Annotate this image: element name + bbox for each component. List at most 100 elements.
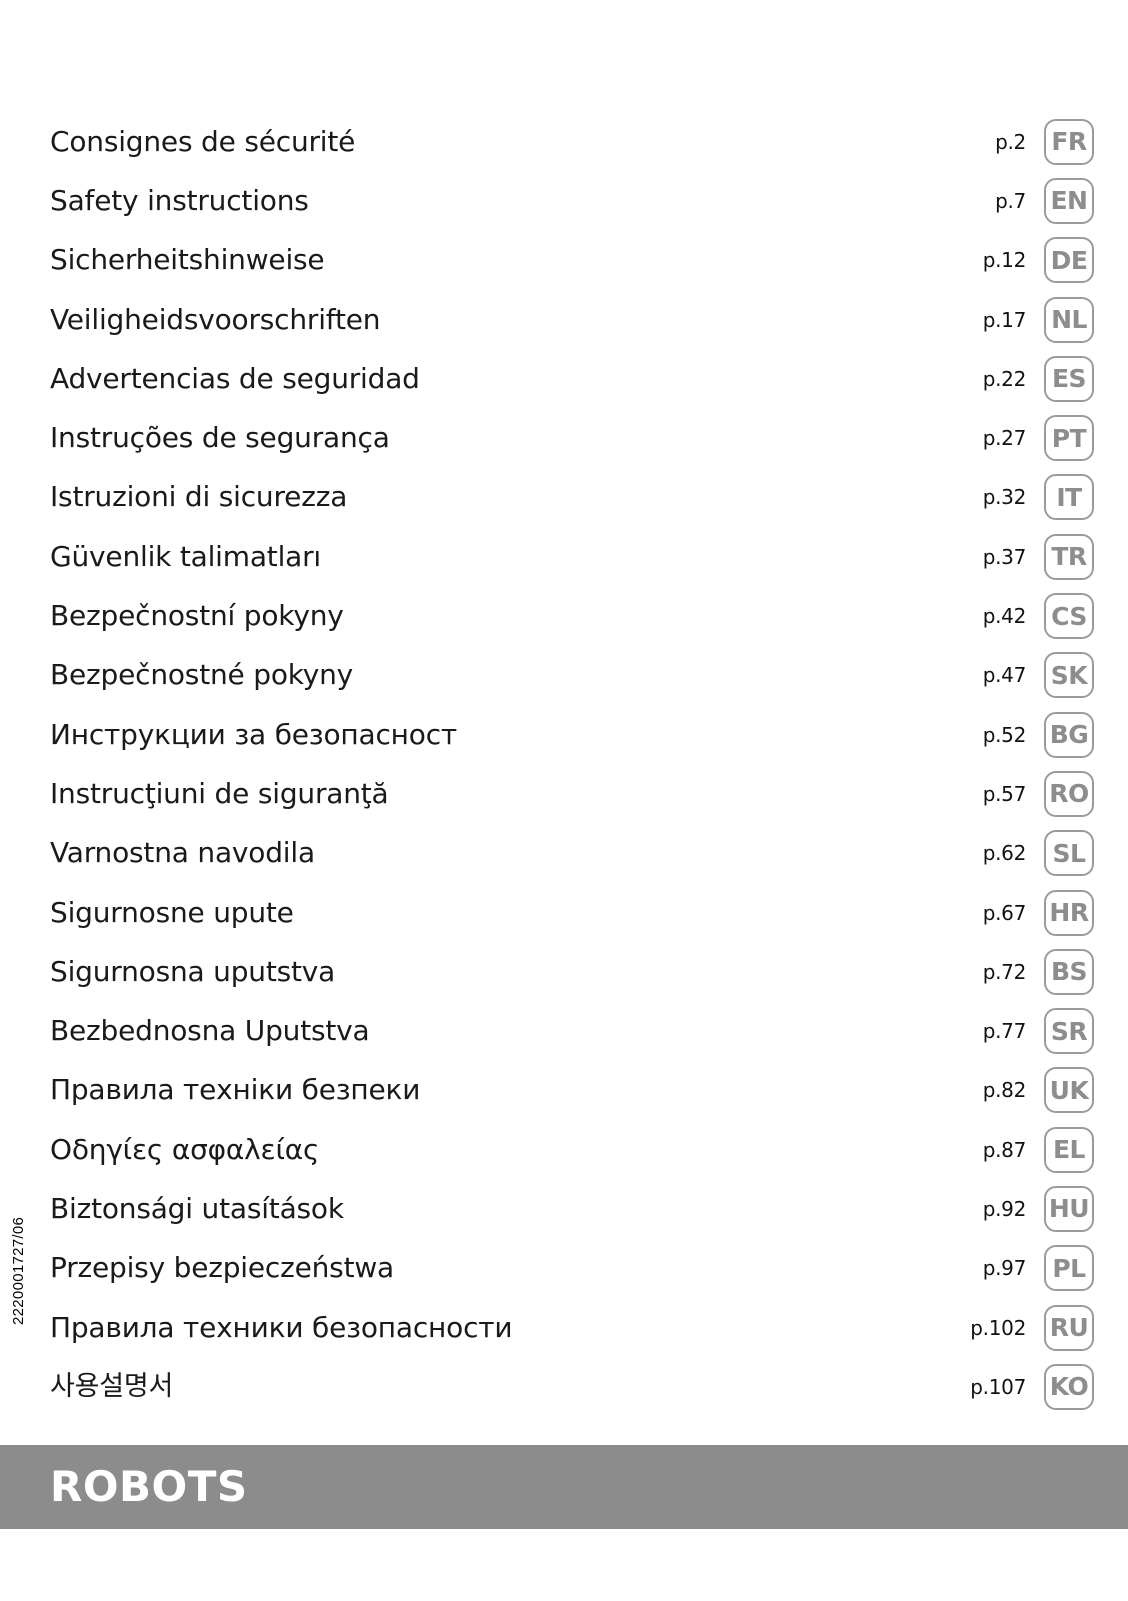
language-badge-label: NL bbox=[1051, 305, 1087, 335]
language-badge-label: HR bbox=[1049, 898, 1089, 927]
language-badge-label: DE bbox=[1050, 245, 1088, 275]
toc-row[interactable]: Правила техніки безпеки p.82 UK bbox=[0, 1061, 1128, 1120]
language-badge-label: HU bbox=[1048, 1194, 1090, 1224]
language-badge[interactable]: SK bbox=[1044, 652, 1094, 699]
language-badge-label: SR bbox=[1050, 1016, 1088, 1046]
toc-row[interactable]: Правила техники безопасности p.102 RU bbox=[0, 1298, 1128, 1357]
toc-row-title: Veiligheidsvoorschriften bbox=[50, 302, 381, 336]
language-badge[interactable]: PL bbox=[1044, 1245, 1094, 1292]
toc-row[interactable]: Instrucţiuni de siguranţă p.57 RO bbox=[0, 764, 1128, 823]
toc-row-page-number: p.22 bbox=[982, 366, 1027, 391]
language-badge-label: FR bbox=[1051, 127, 1087, 157]
language-badge[interactable]: EL bbox=[1044, 1126, 1094, 1173]
toc-row-page-number: p.52 bbox=[982, 722, 1027, 747]
language-badge[interactable]: SR bbox=[1044, 1008, 1094, 1055]
language-badge-label: EN bbox=[1050, 186, 1088, 216]
toc-row-title: Bezbednosna Uputstva bbox=[50, 1014, 370, 1048]
language-badge[interactable]: KO bbox=[1044, 1363, 1094, 1410]
toc-row-title: Przepisy bezpieczeństwa bbox=[50, 1251, 395, 1285]
language-badge[interactable]: NL bbox=[1044, 296, 1094, 343]
toc-row[interactable]: Veiligheidsvoorschriften p.17 NL bbox=[0, 290, 1128, 349]
language-badge[interactable]: BG bbox=[1044, 711, 1094, 758]
language-badge[interactable]: HU bbox=[1044, 1185, 1094, 1232]
language-badge[interactable]: EN bbox=[1044, 177, 1094, 224]
toc-row-title: Biztonsági utasítások bbox=[50, 1191, 344, 1225]
toc-row[interactable]: Consignes de sécurité p.2 FR bbox=[0, 112, 1128, 171]
toc-row-title: Правила техніки безпеки bbox=[50, 1073, 421, 1107]
language-badge[interactable]: SL bbox=[1044, 830, 1094, 877]
toc-row-page-number: p.37 bbox=[982, 544, 1027, 569]
toc-row[interactable]: Инструкции за безопасност p.52 BG bbox=[0, 705, 1128, 764]
language-badge[interactable]: IT bbox=[1044, 474, 1094, 521]
toc-row-title: Правила техники безопасности bbox=[50, 1310, 513, 1344]
language-badge-label: RU bbox=[1049, 1313, 1089, 1343]
toc-row-page-number: p.27 bbox=[982, 426, 1027, 451]
toc-row-page-number: p.72 bbox=[982, 959, 1027, 984]
toc-row-title: Bezpečnostné pokyny bbox=[50, 658, 354, 692]
toc-row[interactable]: Safety instructions p.7 EN bbox=[0, 171, 1128, 230]
language-badge-label: ES bbox=[1051, 364, 1087, 394]
language-badge-label: RO bbox=[1049, 779, 1089, 809]
toc-row-title: Bezpečnostní pokyny bbox=[50, 599, 344, 633]
toc-row[interactable]: Güvenlik talimatları p.37 TR bbox=[0, 527, 1128, 586]
toc-row[interactable]: Bezbednosna Uputstva p.77 SR bbox=[0, 1001, 1128, 1060]
toc-row-title: Consignes de sécurité bbox=[50, 124, 356, 158]
toc-row-page-number: p.62 bbox=[982, 841, 1027, 866]
toc-row-page-number: p.12 bbox=[982, 248, 1027, 273]
toc-row[interactable]: 사용설명서 p.107 KO bbox=[0, 1357, 1128, 1416]
toc-row-title: Güvenlik talimatları bbox=[50, 539, 321, 573]
toc-row-title: Sigurnosna uputstva bbox=[50, 954, 336, 988]
toc-row-page-number: p.2 bbox=[995, 129, 1026, 154]
language-badge[interactable]: BS bbox=[1044, 948, 1094, 995]
toc-row-page-number: p.102 bbox=[970, 1315, 1026, 1340]
toc-row-title: Οδηγίες ασφαλείας bbox=[50, 1132, 320, 1166]
language-badge-label: BG bbox=[1049, 720, 1089, 750]
toc-row[interactable]: Bezpečnostní pokyny p.42 CS bbox=[0, 586, 1128, 645]
toc-row-page-number: p.32 bbox=[982, 485, 1027, 510]
toc-row-title: Sigurnosne upute bbox=[50, 895, 294, 929]
toc-row[interactable]: Sicherheitshinweise p.12 DE bbox=[0, 231, 1128, 290]
toc-row-title: Safety instructions bbox=[50, 183, 309, 217]
toc-row-page-number: p.82 bbox=[982, 1078, 1027, 1103]
toc-row-title: Varnostna navodila bbox=[50, 836, 315, 870]
language-badge-label: PL bbox=[1052, 1253, 1086, 1283]
toc-row[interactable]: Przepisy bezpieczeństwa p.97 PL bbox=[0, 1239, 1128, 1298]
language-badge[interactable]: RU bbox=[1044, 1304, 1094, 1351]
language-badge-label: PT bbox=[1051, 423, 1087, 453]
toc-row[interactable]: Sigurnosne upute p.67 HR bbox=[0, 883, 1128, 942]
toc-row[interactable]: Sigurnosna uputstva p.72 BS bbox=[0, 942, 1128, 1001]
toc-row-page-number: p.7 bbox=[995, 188, 1026, 213]
toc-row[interactable]: Biztonsági utasítások p.92 HU bbox=[0, 1179, 1128, 1238]
language-badge-label: KO bbox=[1049, 1372, 1089, 1402]
toc-row-page-number: p.92 bbox=[982, 1196, 1027, 1221]
toc-row[interactable]: Advertencias de seguridad p.22 ES bbox=[0, 349, 1128, 408]
language-badge[interactable]: PT bbox=[1044, 415, 1094, 462]
toc-row-page-number: p.42 bbox=[982, 604, 1027, 629]
language-badge-label: BS bbox=[1050, 957, 1088, 987]
toc-row-page-number: p.67 bbox=[982, 900, 1027, 925]
toc-row-title: Инструкции за безопасност bbox=[50, 717, 458, 751]
language-badge[interactable]: TR bbox=[1044, 533, 1094, 580]
toc-row[interactable]: Bezpečnostné pokyny p.47 SK bbox=[0, 646, 1128, 705]
toc-row-title: Istruzioni di sicurezza bbox=[50, 480, 348, 514]
language-badge[interactable]: ES bbox=[1044, 355, 1094, 402]
toc-row[interactable]: Varnostna navodila p.62 SL bbox=[0, 824, 1128, 883]
language-badge[interactable]: HR bbox=[1044, 889, 1094, 936]
language-badge[interactable]: UK bbox=[1044, 1067, 1094, 1114]
manual-cover-page: 2220001727/06 Consignes de sécurité p.2 FR… bbox=[0, 0, 1128, 1601]
toc-row-page-number: p.87 bbox=[982, 1137, 1027, 1162]
toc-row-page-number: p.57 bbox=[982, 781, 1027, 806]
toc-row-page-number: p.97 bbox=[982, 1256, 1027, 1281]
toc-row-page-number: p.47 bbox=[982, 663, 1027, 688]
toc-row[interactable]: Istruzioni di sicurezza p.32 IT bbox=[0, 468, 1128, 527]
toc-row[interactable]: Instruções de segurança p.27 PT bbox=[0, 408, 1128, 467]
language-badge[interactable]: RO bbox=[1044, 770, 1094, 817]
language-badge[interactable]: DE bbox=[1044, 237, 1094, 284]
language-badge-label: EL bbox=[1052, 1135, 1086, 1165]
language-badge[interactable]: CS bbox=[1044, 593, 1094, 640]
toc-row-title: Instrucţiuni de siguranţă bbox=[50, 776, 389, 810]
toc-row-title: Advertencias de seguridad bbox=[50, 361, 420, 395]
toc-row-page-number: p.107 bbox=[970, 1374, 1026, 1399]
toc-row[interactable]: Οδηγίες ασφαλείας p.87 EL bbox=[0, 1120, 1128, 1179]
language-badge[interactable]: FR bbox=[1044, 118, 1094, 165]
